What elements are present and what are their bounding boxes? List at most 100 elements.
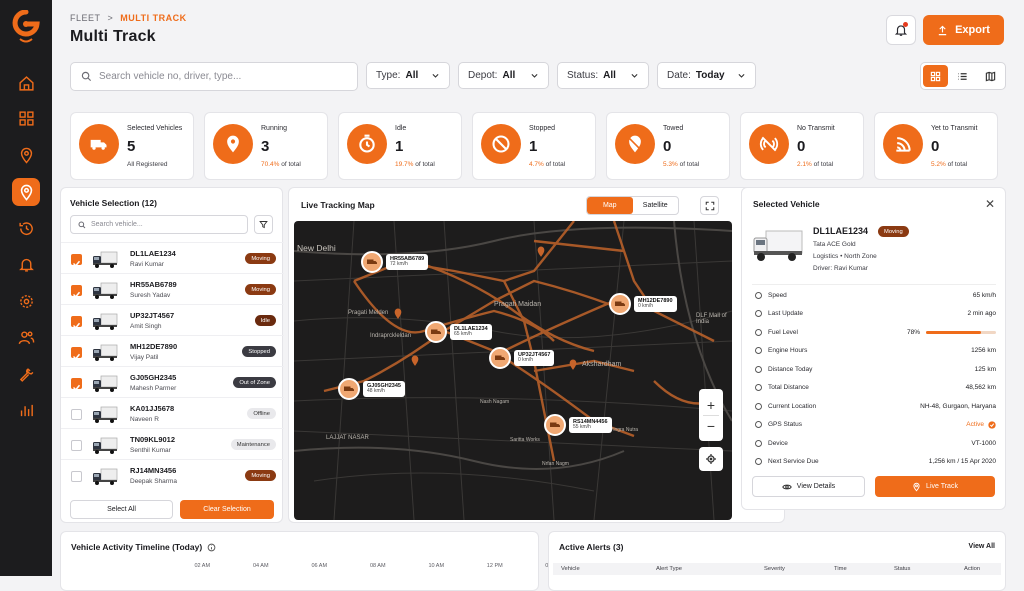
truck-icon [92,406,118,423]
check-icon [72,384,81,391]
live-map[interactable]: New Delhi Pragati Maidan Pragati Melden … [294,221,732,520]
stat-card-running[interactable]: Running 3 70.4% of total [204,112,328,180]
location-pin-icon[interactable] [12,141,40,169]
search-input[interactable]: Search vehicle no, driver, type... [70,62,358,91]
my-location-button[interactable] [699,447,723,471]
detail-value: Active [966,421,984,428]
filter-button[interactable] [254,215,273,234]
vehicle-list-item[interactable]: RJ14MN3456 Deepak Sharma Moving [61,459,284,490]
vehicle-checkbox[interactable] [71,285,82,298]
live-track-button[interactable]: Live Track [875,476,995,497]
status-badge: Stopped [242,346,276,357]
export-button[interactable]: Export [923,15,1004,45]
detail-value: 65 km/h [972,291,996,299]
vehicle-list-item[interactable]: GJ05GH2345 Mahesh Parmer Out of Zone [61,366,284,397]
history-icon[interactable] [12,214,40,242]
breadcrumb-fleet[interactable]: FLEET [70,13,101,23]
fuel-level-fill [926,330,981,334]
clock-icon [347,124,387,164]
selected-vehicle-panel: Selected Vehicle ✕ DL1LAE1234 Moving Tat… [741,187,1006,510]
settings-icon[interactable] [12,287,40,315]
engine-icon [752,345,764,357]
vehicle-checkbox[interactable] [71,254,82,267]
reports-chart-icon[interactable] [12,396,40,424]
map-mode-button[interactable]: Map [587,197,633,214]
view-details-button[interactable]: View Details [752,476,865,497]
vehicle-marker[interactable]: MH12DE7890 0 km/h [609,293,677,315]
stat-value: 0 [663,138,672,155]
vehicle-checkbox[interactable] [71,471,82,482]
stat-card-idle[interactable]: Idle 1 19.7% of total [338,112,462,180]
fullscreen-button[interactable] [700,196,719,215]
alerts-column-header: Action [964,566,981,572]
vehicle-list-item[interactable]: KA01JJ5678 Naveen R Offline [61,397,284,428]
vehicle-marker[interactable]: UP32JT4567 0 km/h [489,347,555,369]
app-logo[interactable] [12,10,40,44]
map-poi-pin-icon [411,355,419,366]
list-view-icon[interactable] [950,65,975,87]
date-dropdown[interactable]: Date: Today [657,62,756,89]
map-view-icon[interactable] [978,65,1003,87]
map-place-label: Pragati Melden [348,310,389,316]
status-badge: Offline [247,408,276,419]
vehicle-marker[interactable]: DL1LAE1234 65 km/h [425,321,492,343]
stat-card-yet-to-transmit[interactable]: Yet to Transmit 0 5.2% of total [874,112,998,180]
stat-card-no-transmit[interactable]: No Transmit 0 2.1% of total [740,112,864,180]
map-place-label: LAJJAT NASAR [326,435,369,441]
detail-value: 2 min ago [967,310,996,317]
depot-dropdown[interactable]: Depot: All [458,62,549,89]
stat-sub: 70.4% of total [261,161,301,168]
status-dropdown[interactable]: Status: All [557,62,649,89]
stat-card-towed[interactable]: Towed 0 5.3% of total [606,112,730,180]
vehicle-checkbox[interactable] [71,409,82,420]
vehicle-marker[interactable]: RS14MN4456 55 km/h [544,414,612,436]
map-place-label: Pragati Maidan [494,301,542,308]
vehicle-marker[interactable]: GJ05GH2345 48 km/h [338,378,405,400]
notifications-button[interactable] [886,15,916,45]
vehicle-checkbox[interactable] [71,440,82,451]
stat-card-stopped[interactable]: Stopped 1 4.7% of total [472,112,596,180]
home-icon[interactable] [12,69,40,97]
type-dropdown[interactable]: Type: All [366,62,450,89]
satellite-mode-button[interactable]: Satellite [633,197,679,214]
detail-key: Speed [768,291,787,299]
status-badge: Moving [878,226,909,237]
timeline-title: Vehicle Activity Timeline (Today) [71,542,203,552]
vehicle-list-item[interactable]: DL1LAE1234 Ravi Kumar Moving [61,242,284,273]
vehicle-checkbox[interactable] [71,316,82,329]
vehicle-list-item[interactable]: HR55AB6789 Suresh Yadav Moving [61,273,284,304]
vehicle-list-item[interactable]: TN09KL9012 Senthil Kumar Maintenance [61,428,284,459]
vehicle-search-placeholder: Search vehicle... [91,221,143,228]
clear-selection-button[interactable]: Clear Selection [180,500,274,519]
vehicle-search-input[interactable]: Search vehicle... [70,215,248,234]
chevron-down-icon [738,73,745,78]
multi-track-pin-icon[interactable] [12,178,40,206]
depot-dropdown-value: All [502,70,516,81]
stat-pct: 19.7% [395,161,414,168]
view-mode-toggle [920,62,1006,90]
vehicle-list-item[interactable]: UP32JT4567 Amit Singh Idle [61,304,284,335]
stat-sub: 19.7% of total [395,161,435,168]
zoom-out-button[interactable]: − [707,416,715,436]
select-all-button[interactable]: Select All [70,500,173,519]
dashboard-grid-icon[interactable] [12,104,40,132]
vehicle-checkbox[interactable] [71,378,82,391]
truck-icon [609,293,631,315]
detail-value: 1256 km [971,347,996,354]
stat-suffix: of total [281,161,301,168]
close-icon[interactable]: ✕ [985,197,995,211]
wrench-icon[interactable] [12,360,40,388]
view-all-link[interactable]: View All [969,543,995,550]
vehicle-marker[interactable]: HR55AB6789 72 km/h [361,251,429,273]
stat-label: No Transmit [797,125,835,132]
stat-card-selected[interactable]: Selected Vehicles 5 All Registered [70,112,194,180]
info-icon[interactable] [207,543,216,552]
vehicle-list-item[interactable]: MH12DE7890 Vijay Patil Stopped [61,335,284,366]
users-icon[interactable] [12,323,40,351]
detail-key: Distance Today [768,365,813,373]
grid-view-icon[interactable] [923,65,949,87]
bell-icon[interactable] [12,250,40,278]
vehicle-driver: Driver: Ravi Kumar [813,265,868,272]
vehicle-checkbox[interactable] [71,347,82,360]
zoom-in-button[interactable]: + [707,395,715,415]
